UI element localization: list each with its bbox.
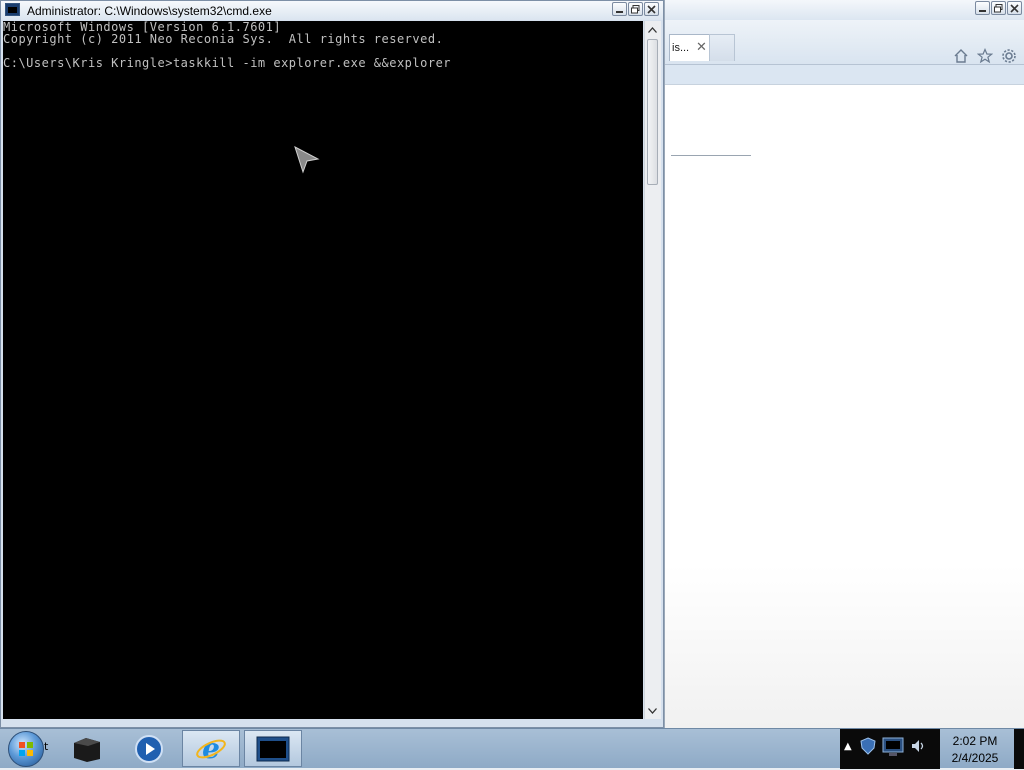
system-clock[interactable]: 2:02 PM 2/4/2025 bbox=[940, 729, 1010, 769]
network-monitor-icon[interactable] bbox=[880, 733, 906, 759]
start-button[interactable]: t bbox=[2, 730, 50, 768]
gear-icon[interactable] bbox=[1000, 47, 1018, 65]
star-icon[interactable] bbox=[976, 47, 994, 65]
restore-button[interactable] bbox=[991, 1, 1006, 15]
taskbar: t e ▲ 2:02 PM 2/4/2025 bbox=[0, 728, 1024, 769]
minimize-button[interactable] bbox=[975, 1, 990, 15]
close-icon bbox=[1010, 3, 1019, 13]
restore-icon bbox=[994, 3, 1003, 12]
clock-time: 2:02 PM bbox=[952, 734, 998, 748]
clock-date: 2/4/2025 bbox=[951, 751, 999, 765]
internet-explorer-icon: e bbox=[196, 733, 226, 765]
minimize-icon bbox=[979, 9, 986, 12]
browser-content[interactable] bbox=[665, 84, 1024, 728]
cmd-icon bbox=[256, 736, 290, 761]
cmd-caption-buttons bbox=[612, 2, 659, 16]
content-lower-area bbox=[665, 565, 1024, 728]
svg-text:e: e bbox=[202, 733, 220, 765]
close-button[interactable] bbox=[644, 2, 659, 16]
mouse-cursor-icon bbox=[294, 146, 320, 174]
cmd-titlebar[interactable]: Administrator: C:\Windows\system32\cmd.e… bbox=[1, 1, 663, 20]
tab-close-icon[interactable]: ✕ bbox=[696, 40, 707, 55]
browser-window[interactable]: is... ✕ bbox=[664, 0, 1024, 728]
start-button-label: t bbox=[44, 740, 49, 753]
browser-titlebar[interactable] bbox=[665, 0, 1024, 20]
show-hidden-icons-icon[interactable]: ▲ bbox=[844, 741, 852, 752]
show-desktop-button[interactable] bbox=[1014, 729, 1024, 769]
scrollbar-thumb[interactable] bbox=[647, 39, 658, 185]
console-output[interactable]: Microsoft Windows [Version 6.1.7601] Cop… bbox=[3, 21, 643, 719]
notification-area: ▲ 2:02 PM 2/4/2025 bbox=[840, 729, 1024, 769]
cmd-app-icon[interactable] bbox=[5, 3, 20, 16]
close-button[interactable] bbox=[1007, 1, 1022, 15]
console-scrollbar[interactable] bbox=[644, 21, 661, 719]
scroll-up-arrow-icon[interactable] bbox=[647, 24, 658, 35]
minimize-button[interactable] bbox=[612, 2, 627, 16]
restore-button[interactable] bbox=[628, 2, 643, 16]
minimize-icon bbox=[616, 10, 623, 13]
file-cabinet-icon bbox=[74, 737, 100, 762]
media-player-icon bbox=[135, 734, 163, 763]
browser-tab-label: is... bbox=[672, 42, 690, 54]
security-shield-icon[interactable] bbox=[860, 737, 876, 755]
taskbar-cmd[interactable] bbox=[244, 730, 302, 767]
scroll-down-arrow-icon[interactable] bbox=[647, 705, 658, 716]
browser-caption-buttons bbox=[975, 1, 1022, 15]
taskbar-internet-explorer[interactable]: e bbox=[182, 730, 240, 767]
taskbar-media-player[interactable] bbox=[120, 730, 178, 767]
restore-icon bbox=[631, 4, 640, 13]
tray-icons bbox=[860, 733, 926, 759]
new-tab-button[interactable] bbox=[709, 34, 735, 61]
console-line: Copyright (c) 2011 Neo Reconia Sys. All … bbox=[3, 32, 444, 46]
console-lines: Microsoft Windows [Version 6.1.7601] Cop… bbox=[3, 21, 451, 69]
content-divider bbox=[671, 155, 751, 156]
cmd-window[interactable]: Administrator: C:\Windows\system32\cmd.e… bbox=[0, 0, 664, 728]
volume-icon[interactable] bbox=[910, 738, 926, 754]
console-command-line[interactable]: C:\Users\Kris Kringle>taskkill -im explo… bbox=[3, 57, 451, 69]
browser-toolbar bbox=[952, 47, 1018, 65]
cmd-window-title: Administrator: C:\Windows\system32\cmd.e… bbox=[27, 4, 272, 18]
tray-icons-area: ▲ bbox=[840, 729, 940, 769]
browser-tab-strip: is... ✕ bbox=[665, 20, 1024, 65]
taskbar-file-cabinet[interactable] bbox=[58, 730, 116, 767]
windows-logo-icon bbox=[8, 731, 44, 767]
close-icon bbox=[647, 4, 656, 14]
home-icon[interactable] bbox=[952, 47, 970, 65]
browser-tab[interactable]: is... ✕ bbox=[669, 34, 711, 61]
